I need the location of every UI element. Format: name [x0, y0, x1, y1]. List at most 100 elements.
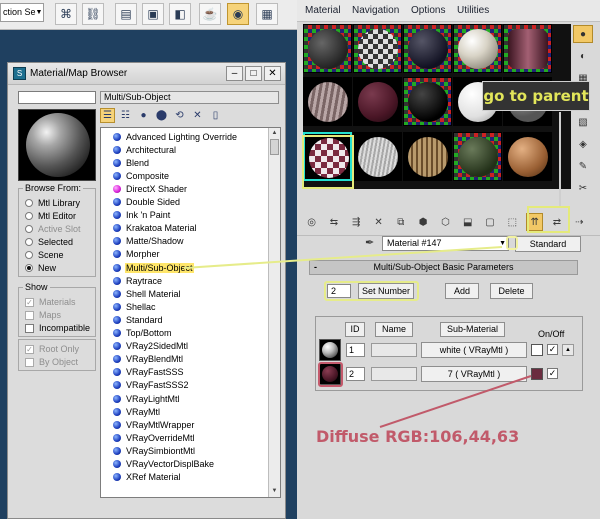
teapot-icon[interactable]: ☕ [199, 3, 221, 25]
sample-slot[interactable] [403, 77, 452, 126]
list-scrollbar[interactable]: ▲ ▼ [268, 128, 280, 497]
clear-library-icon[interactable]: ▯ [208, 108, 223, 123]
minimize-button[interactable]: – [226, 66, 243, 81]
list-item[interactable]: Shell Material [113, 287, 182, 300]
delete-icon[interactable]: ✕ [190, 108, 205, 123]
material-map-navigator-icon[interactable]: ⇢ [571, 213, 588, 231]
show-map-icon[interactable]: ▢ [481, 213, 498, 231]
list-item[interactable]: Morpher [113, 248, 161, 261]
list-item[interactable]: Shellac [113, 300, 157, 313]
submaterial-button-1[interactable]: white ( VRayMtl ) [421, 342, 527, 358]
material-id-channel-icon[interactable]: ⬓ [459, 213, 476, 231]
radio-new[interactable]: New [25, 262, 56, 274]
menu-utilities[interactable]: Utilities [457, 5, 489, 16]
list-item[interactable]: Matte/Shadow [113, 235, 185, 248]
name-field-2[interactable] [371, 367, 417, 381]
delete-button[interactable]: Delete [490, 283, 533, 299]
list-item[interactable]: VRayFastSSS [113, 366, 185, 379]
sample-slot[interactable] [353, 77, 402, 126]
assign-material-icon[interactable]: ⇶ [348, 213, 365, 231]
radio-scene[interactable]: Scene [25, 249, 64, 261]
reset-icon[interactable]: ✕ [370, 213, 387, 231]
sample-slot[interactable] [503, 24, 552, 73]
list-item[interactable]: Ink 'n Paint [113, 209, 171, 222]
render-production-icon[interactable]: ▦ [256, 3, 278, 25]
menu-navigation[interactable]: Navigation [352, 5, 399, 16]
menu-options[interactable]: Options [411, 5, 445, 16]
scroll-down-icon[interactable]: ▼ [269, 486, 280, 497]
chevron-down-icon[interactable]: ▼ [499, 237, 506, 250]
video-color-check-icon[interactable]: ▧ [573, 113, 593, 131]
link-icon[interactable]: ⛓ [82, 3, 104, 25]
select-icon[interactable]: ⌘ [55, 3, 77, 25]
submaterial-thumb-1[interactable] [319, 339, 341, 361]
close-button[interactable]: ✕ [264, 66, 281, 81]
onoff-checkbox-2[interactable]: ✓ [547, 368, 558, 379]
update-scene-icon[interactable]: ⟲ [172, 108, 187, 123]
list-item[interactable]: VRayBlendMtl [113, 353, 184, 366]
list-item[interactable]: Top/Bottom [113, 327, 173, 340]
scroll-up-icon[interactable]: ▲ [269, 128, 280, 139]
list-item[interactable]: XRef Material [113, 471, 182, 484]
sample-slot[interactable] [303, 77, 352, 126]
view-small-icons-icon[interactable]: ● [136, 108, 151, 123]
name-header[interactable]: Name [375, 322, 413, 337]
select-by-material-icon[interactable]: ✂ [573, 179, 593, 197]
sample-slot[interactable] [353, 132, 402, 181]
add-button[interactable]: Add [445, 283, 479, 299]
list-item[interactable]: Composite [113, 169, 170, 182]
material-list[interactable]: Advanced Lighting Override Architectural B… [100, 127, 281, 498]
list-item[interactable]: VRay2SidedMtl [113, 340, 189, 353]
list-item[interactable]: Advanced Lighting Override [113, 130, 238, 143]
sample-slot[interactable] [403, 132, 452, 181]
list-item[interactable]: Blend [113, 156, 150, 169]
id-header[interactable]: ID [345, 322, 365, 337]
list-item[interactable]: VRayMtlWrapper [113, 418, 195, 431]
radio-mtl-editor[interactable]: Mtl Editor [25, 210, 76, 222]
radio-selected[interactable]: Selected [25, 236, 73, 248]
sample-type-icon[interactable]: ● [573, 25, 593, 43]
material-editor-icon[interactable]: ◉ [227, 3, 249, 25]
radio-mtl-library[interactable]: Mtl Library [25, 197, 80, 209]
sample-slot[interactable] [453, 24, 502, 73]
render-frame-icon[interactable]: ▣ [142, 3, 164, 25]
id-field-1[interactable]: 1 [346, 343, 365, 357]
list-item[interactable]: Krakatoa Material [113, 222, 198, 235]
list-item[interactable]: VRayFastSSS2 [113, 379, 190, 392]
render-icon[interactable]: ◧ [169, 3, 191, 25]
put-to-library-icon[interactable]: ⬡ [437, 213, 454, 231]
search-input[interactable] [18, 91, 96, 104]
color-swatch-2[interactable] [531, 368, 543, 380]
list-item[interactable]: VRayVectorDisplBake [113, 458, 215, 471]
sample-slot[interactable] [403, 24, 452, 73]
list-item[interactable]: DirectX Shader [113, 182, 188, 195]
sample-slot[interactable] [453, 132, 502, 181]
render-setup-icon[interactable]: ▤ [115, 3, 137, 25]
id-field-2[interactable]: 2 [346, 367, 365, 381]
checkbox-incompatible[interactable]: Incompatible [25, 322, 90, 334]
material-name-field[interactable]: Material #147 ▼ [382, 236, 509, 251]
make-preview-icon[interactable]: ◈ [573, 135, 593, 153]
spinner-up-icon[interactable]: ▲ [562, 344, 574, 356]
onoff-checkbox-1[interactable]: ✓ [547, 344, 558, 355]
list-item[interactable]: Architectural [113, 143, 177, 156]
sample-slot[interactable] [303, 24, 352, 73]
list-item[interactable]: VRayLightMtl [113, 392, 181, 405]
show-end-result-icon[interactable]: ⬚ [504, 213, 521, 231]
submaterial-button-2[interactable]: 7 ( VRayMtl ) [421, 366, 527, 382]
options-icon[interactable]: ✎ [573, 157, 593, 175]
list-item[interactable]: Double Sided [113, 196, 181, 209]
material-type-button[interactable]: Standard [515, 236, 581, 252]
backlight-icon[interactable]: ◐ [573, 47, 593, 65]
name-field-1[interactable] [371, 343, 417, 357]
basic-parameters-rollout[interactable]: - Multi/Sub-Object Basic Parameters [309, 260, 578, 275]
eyedropper-icon[interactable]: ✒ [365, 236, 379, 251]
make-copy-icon[interactable]: ⧉ [392, 213, 409, 231]
list-item[interactable]: Raytrace [113, 274, 163, 287]
color-swatch-1[interactable] [531, 344, 543, 356]
view-list-icon[interactable]: ☰ [100, 108, 115, 123]
list-item[interactable]: Standard [113, 313, 164, 326]
submaterial-header[interactable]: Sub-Material [440, 322, 505, 337]
list-item[interactable]: Multi/Sub-Object [113, 261, 194, 274]
menu-material[interactable]: Material [305, 5, 341, 16]
